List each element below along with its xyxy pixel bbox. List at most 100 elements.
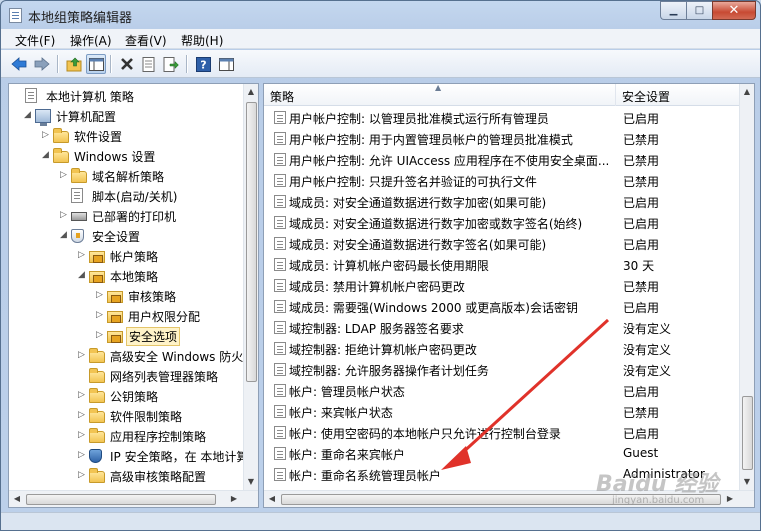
close-button[interactable]: ✕ [712,1,756,20]
toolbar-separator [57,55,58,73]
back-arrow-icon[interactable] [9,54,29,74]
policy-row[interactable]: 域成员: 对安全通道数据进行数字加密(如果可能) 已启用 [264,191,741,212]
tree-node[interactable]: ▷ 软件限制策略 [9,406,249,426]
menu-action[interactable]: 操作(A) [70,32,112,49]
collapse-arrow-icon[interactable]: ◢ [41,150,50,161]
tree-node[interactable]: 本地计算机 策略 [9,86,249,106]
tree-node[interactable]: ◢ 本地策略 [9,266,249,286]
policy-icon [274,447,286,460]
policy-row[interactable]: 域成员: 对安全通道数据进行数字加密或数字签名(始终) 已启用 [264,212,741,233]
tree-horizontal-scrollbar[interactable]: ◀ ▶ [9,490,258,507]
expand-arrow-icon[interactable]: ▷ [77,250,86,261]
menu-file[interactable]: 文件(F) [15,32,55,49]
policy-row[interactable]: 用户帐户控制: 以管理员批准模式运行所有管理员 已启用 [264,107,741,128]
policy-row[interactable]: 域控制器: 拒绝计算机帐户密码更改 没有定义 [264,338,741,359]
scroll-thumb[interactable] [26,494,216,505]
policy-row[interactable]: 用户帐户控制: 用于内置管理员帐户的管理员批准模式 已禁用 [264,128,741,149]
tree-node[interactable]: 网络列表管理器策略 [9,366,249,386]
scroll-left-icon[interactable]: ◀ [9,491,25,507]
tree-node[interactable]: ▷ 应用程序控制策略 [9,426,249,446]
tree-node[interactable]: ▷ 高级审核策略配置 [9,466,249,486]
tree-node[interactable]: ▷ 高级安全 Windows 防火 [9,346,249,366]
maximize-button[interactable]: □ [686,1,712,20]
policy-row[interactable]: 帐户: 管理员帐户状态 已启用 [264,380,741,401]
expand-arrow-icon[interactable]: ▷ [77,390,86,401]
scroll-up-icon[interactable]: ▲ [740,84,754,100]
policy-icon [274,132,286,145]
expand-arrow-icon[interactable]: ▷ [77,450,86,461]
scroll-right-icon[interactable]: ▶ [226,491,242,507]
policy-row[interactable]: 域成员: 对安全通道数据进行数字签名(如果可能) 已启用 [264,233,741,254]
up-folder-icon[interactable] [64,54,84,74]
collapse-arrow-icon[interactable]: ◢ [77,270,86,281]
security-setting-value: 已禁用 [623,175,660,189]
help-icon[interactable]: ? [193,54,213,74]
delete-icon[interactable] [117,54,137,74]
computer-icon [35,109,51,126]
scroll-down-icon[interactable]: ▼ [740,474,754,490]
policy-icon [274,363,286,376]
export-list-icon[interactable] [161,54,181,74]
menu-view[interactable]: 查看(V) [125,32,167,49]
policy-row[interactable]: 域控制器: 允许服务器操作者计划任务 没有定义 [264,359,741,380]
column-header-setting[interactable]: 安全设置 [616,84,741,106]
menu-help[interactable]: 帮助(H) [181,32,223,49]
scroll-thumb[interactable] [742,396,753,470]
collapse-arrow-icon[interactable]: ◢ [23,110,32,121]
scroll-down-icon[interactable]: ▼ [244,474,258,490]
tree-node[interactable]: 脚本(启动/关机) [9,186,249,206]
ip-security-icon [89,449,102,463]
tree-node[interactable]: ▷ 公钥策略 [9,386,249,406]
expand-arrow-icon[interactable]: ▷ [95,290,104,301]
policy-row[interactable]: 域成员: 计算机帐户密码最长使用期限 30 天 [264,254,741,275]
tree-vertical-scrollbar[interactable]: ▲ ▼ [243,84,258,490]
policy-row[interactable]: 帐户: 重命名来宾帐户 Guest [264,443,741,464]
tree-node-label: IP 安全策略，在 本地计算 [110,450,249,464]
show-hide-tree-icon[interactable] [86,54,106,74]
policy-icon [274,174,286,187]
tree-node[interactable]: ▷ 域名解析策略 [9,166,249,186]
scroll-up-icon[interactable]: ▲ [244,84,258,100]
policy-row[interactable]: 帐户: 使用空密码的本地帐户只允许进行控制台登录 已启用 [264,422,741,443]
security-setting-value: 没有定义 [623,364,672,378]
policy-row[interactable]: 域成员: 需要强(Windows 2000 或更高版本)会话密钥 已启用 [264,296,741,317]
scroll-thumb[interactable] [246,102,257,382]
policy-name: 帐户: 管理员帐户状态 [289,385,405,399]
expand-arrow-icon[interactable]: ▷ [95,330,104,341]
scroll-left-icon[interactable]: ◀ [264,491,280,507]
expand-arrow-icon[interactable]: ▷ [59,210,68,221]
list-vertical-scrollbar[interactable]: ▲ ▼ [739,84,754,490]
expand-arrow-icon[interactable]: ▷ [77,410,86,421]
policy-row[interactable]: 用户帐户控制: 只提升签名并验证的可执行文件 已禁用 [264,170,741,191]
toolbar: ? [1,50,760,78]
collapse-arrow-icon[interactable]: ◢ [59,230,68,241]
tree-node[interactable]: ◢ Windows 设置 [9,146,249,166]
expand-arrow-icon[interactable]: ▷ [41,130,50,141]
policy-row[interactable]: 域控制器: LDAP 服务器签名要求 没有定义 [264,317,741,338]
tree-node[interactable]: ▷ 帐户策略 [9,246,249,266]
forward-arrow-icon[interactable] [32,54,52,74]
tree-node[interactable]: ▷ 审核策略 [9,286,249,306]
expand-arrow-icon[interactable]: ▷ [77,350,86,361]
scroll-right-icon[interactable]: ▶ [722,491,738,507]
properties-icon[interactable] [139,54,159,74]
security-setting-value: Guest [623,446,659,460]
tree-node[interactable]: ▷ 软件设置 [9,126,249,146]
policy-row[interactable]: 域成员: 禁用计算机帐户密码更改 已禁用 [264,275,741,296]
tree-node[interactable]: ◢ 计算机配置 [9,106,249,126]
tree-node[interactable]: ▷ 用户权限分配 [9,306,249,326]
expand-arrow-icon[interactable]: ▷ [59,170,68,181]
show-hide-action-pane-icon[interactable] [216,54,236,74]
minimize-button[interactable]: ▁ [660,1,686,20]
expand-arrow-icon[interactable]: ▷ [95,310,104,321]
tree-node[interactable]: ◢ 安全设置 [9,226,249,246]
expand-arrow-icon[interactable]: ▷ [77,470,86,481]
column-header-policy[interactable]: 策略 [264,84,616,106]
policy-row[interactable]: 帐户: 来宾帐户状态 已禁用 [264,401,741,422]
tree-node[interactable]: ▷ 安全选项 [9,326,249,346]
policy-icon [274,405,286,418]
policy-row[interactable]: 用户帐户控制: 允许 UIAccess 应用程序在不使用安全桌面... 已禁用 [264,149,741,170]
tree-node[interactable]: ▷ 已部署的打印机 [9,206,249,226]
expand-arrow-icon[interactable]: ▷ [77,430,86,441]
tree-node[interactable]: ▷ IP 安全策略，在 本地计算 [9,446,249,466]
